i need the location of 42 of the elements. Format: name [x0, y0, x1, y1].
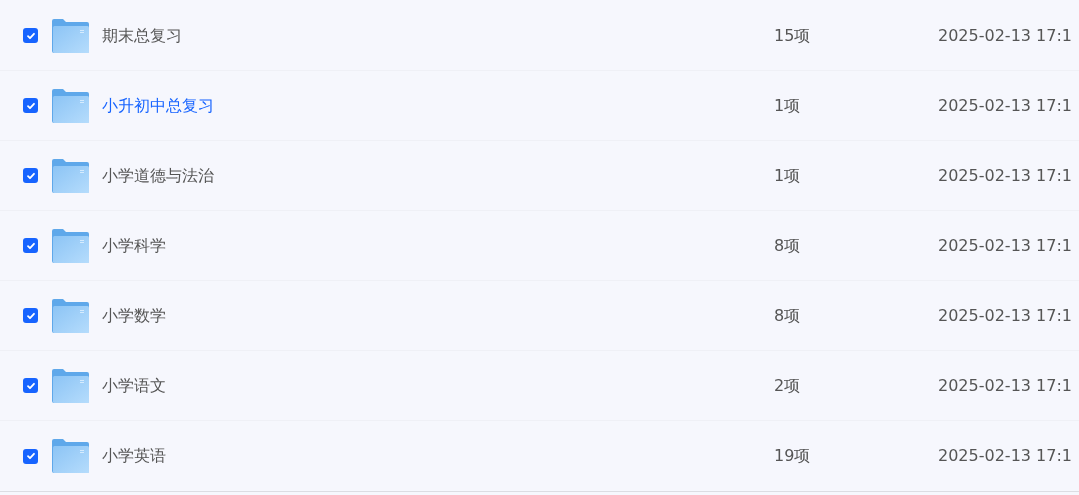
checkbox[interactable] — [23, 448, 38, 464]
folder-icon — [52, 88, 89, 123]
folder-name[interactable]: 小升初中总复习 — [102, 93, 774, 118]
item-count: 8项 — [774, 305, 801, 325]
folder-name[interactable]: 期末总复习 — [102, 23, 774, 48]
folder-name[interactable]: 小学数学 — [102, 303, 774, 328]
folder-icon — [52, 228, 89, 263]
check-icon — [25, 170, 36, 181]
check-icon — [25, 100, 36, 111]
folder-name[interactable]: 小学科学 — [102, 233, 774, 258]
item-count: 8项 — [774, 235, 801, 255]
item-count: 19项 — [774, 446, 811, 465]
modified-date: 2025-02-13 17:1 — [938, 374, 1072, 397]
modified-date: 2025-02-13 17:1 — [938, 234, 1072, 257]
modified-date: 2025-02-13 17:1 — [938, 445, 1072, 467]
checkbox[interactable] — [23, 28, 38, 43]
check-icon — [25, 310, 36, 321]
checkbox[interactable] — [23, 168, 38, 183]
check-icon — [25, 451, 36, 461]
folder-icon — [52, 439, 89, 473]
check-icon — [25, 30, 36, 41]
folder-icon — [52, 18, 89, 53]
item-count: 1项 — [774, 165, 801, 185]
modified-date: 2025-02-13 17:1 — [938, 304, 1072, 327]
item-count: 15项 — [774, 25, 811, 45]
folder-icon — [52, 158, 89, 193]
checkbox[interactable] — [23, 98, 38, 113]
modified-date: 2025-02-13 17:1 — [938, 164, 1072, 187]
checkbox[interactable] — [23, 378, 38, 393]
folder-icon — [52, 298, 89, 333]
item-count: 2项 — [774, 375, 801, 395]
folder-name[interactable]: 小学道德与法治 — [102, 163, 774, 188]
folder-name[interactable]: 小学英语 — [102, 444, 774, 468]
checkbox[interactable] — [23, 308, 38, 323]
checkbox[interactable] — [23, 238, 38, 253]
folder-icon — [52, 368, 89, 403]
check-icon — [25, 240, 36, 251]
modified-date: 2025-02-13 17:1 — [938, 24, 1072, 47]
folder-name[interactable]: 小学语文 — [102, 373, 774, 398]
modified-date: 2025-02-13 17:1 — [938, 94, 1072, 117]
item-count: 1项 — [774, 95, 801, 115]
check-icon — [25, 380, 36, 391]
